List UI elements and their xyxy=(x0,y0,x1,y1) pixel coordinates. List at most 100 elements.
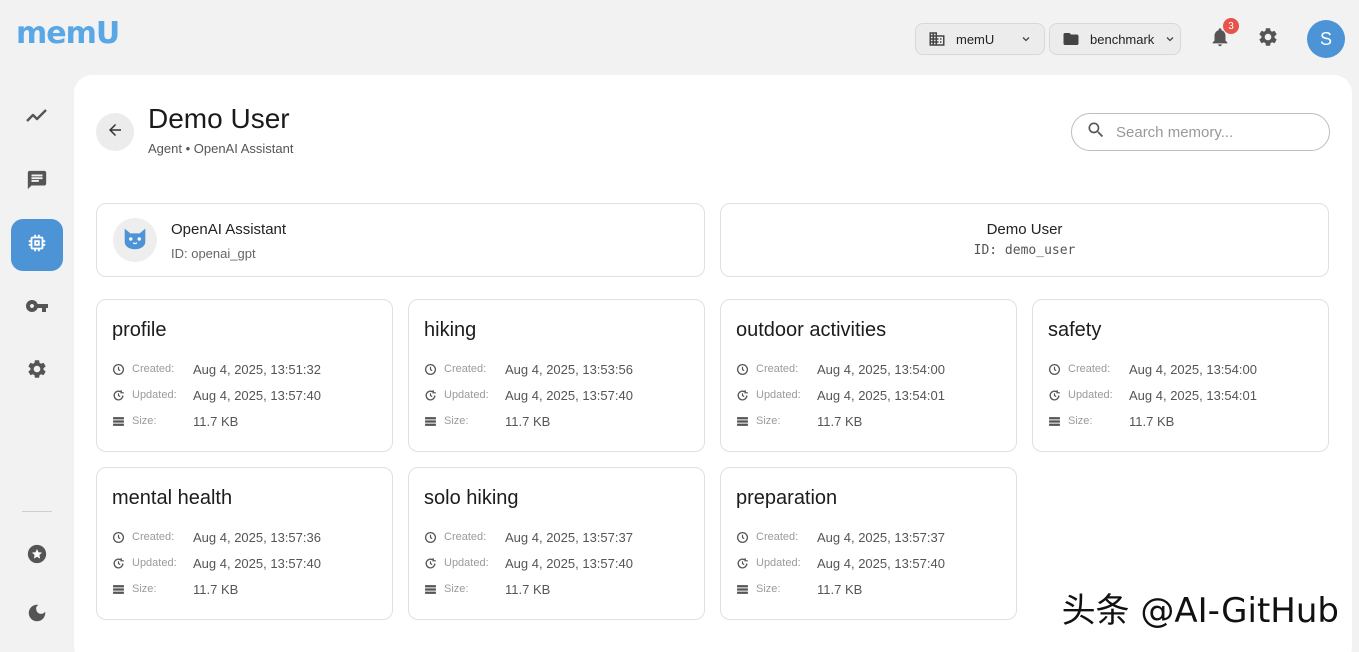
memory-card[interactable]: outdoor activities Created: Aug 4, 2025,… xyxy=(720,299,1017,452)
sidebar-item-theme[interactable] xyxy=(11,589,63,641)
sidebar-item-favorites[interactable] xyxy=(11,530,63,582)
created-value: Aug 4, 2025, 13:54:00 xyxy=(817,361,945,377)
updated-value: Aug 4, 2025, 13:57:40 xyxy=(193,555,321,571)
trend-icon xyxy=(25,104,49,133)
created-label: Created: xyxy=(756,531,799,543)
updated-value: Aug 4, 2025, 13:54:01 xyxy=(1129,387,1257,403)
memory-title: mental health xyxy=(112,487,233,509)
gear-icon xyxy=(1257,26,1279,53)
memory-card[interactable]: mental health Created: Aug 4, 2025, 13:5… xyxy=(96,467,393,620)
agent-name: OpenAI Assistant xyxy=(171,221,287,238)
refresh-clock-icon xyxy=(424,557,437,570)
chevron-down-icon xyxy=(1020,33,1032,45)
memory-size-row: Size: 11.7 KB xyxy=(112,413,238,429)
created-label: Created: xyxy=(132,363,175,375)
app-logo[interactable]: memU xyxy=(16,14,120,54)
size-value: 11.7 KB xyxy=(817,413,863,429)
clock-icon xyxy=(424,531,437,544)
updated-label: Updated: xyxy=(444,389,489,401)
memory-updated-row: Updated: Aug 4, 2025, 13:57:40 xyxy=(112,555,321,571)
updated-label: Updated: xyxy=(132,389,177,401)
memory-size-row: Size: 11.7 KB xyxy=(736,581,862,597)
memory-created-row: Created: Aug 4, 2025, 13:57:36 xyxy=(112,529,321,545)
memory-created-row: Created: Aug 4, 2025, 13:54:00 xyxy=(1048,361,1257,377)
folder-icon xyxy=(1062,30,1080,48)
memory-created-row: Created: Aug 4, 2025, 13:53:56 xyxy=(424,361,633,377)
topbar-controls: memU benchmark 3 S xyxy=(915,18,1345,58)
created-value: Aug 4, 2025, 13:54:00 xyxy=(1129,361,1257,377)
storage-icon xyxy=(1048,415,1061,428)
sidebar-item-analytics[interactable] xyxy=(11,92,63,144)
memory-size-row: Size: 11.7 KB xyxy=(424,581,550,597)
memory-card[interactable]: hiking Created: Aug 4, 2025, 13:53:56 Up… xyxy=(408,299,705,452)
size-value: 11.7 KB xyxy=(1129,413,1175,429)
memory-title: profile xyxy=(112,319,167,341)
size-value: 11.7 KB xyxy=(193,413,239,429)
refresh-clock-icon xyxy=(112,389,125,402)
updated-label: Updated: xyxy=(132,557,177,569)
memory-created-row: Created: Aug 4, 2025, 13:57:37 xyxy=(424,529,633,545)
size-value: 11.7 KB xyxy=(193,581,239,597)
sidebar-item-chat[interactable] xyxy=(11,156,63,208)
org-selector[interactable]: memU xyxy=(915,23,1045,55)
clock-icon xyxy=(1048,363,1061,376)
notifications-button[interactable]: 3 xyxy=(1207,18,1239,52)
created-label: Created: xyxy=(444,531,487,543)
user-name: Demo User xyxy=(986,221,1063,238)
created-label: Created: xyxy=(1068,363,1111,375)
memory-card[interactable]: safety Created: Aug 4, 2025, 13:54:00 Up… xyxy=(1032,299,1329,452)
size-label: Size: xyxy=(444,583,469,595)
created-value: Aug 4, 2025, 13:51:32 xyxy=(193,361,321,377)
size-label: Size: xyxy=(756,415,781,427)
user-avatar[interactable]: S xyxy=(1307,20,1345,58)
created-label: Created: xyxy=(132,531,175,543)
memory-created-row: Created: Aug 4, 2025, 13:57:37 xyxy=(736,529,945,545)
memory-updated-row: Updated: Aug 4, 2025, 13:57:40 xyxy=(424,387,633,403)
key-icon xyxy=(25,294,49,323)
size-value: 11.7 KB xyxy=(817,581,863,597)
memory-updated-row: Updated: Aug 4, 2025, 13:57:40 xyxy=(736,555,945,571)
memory-card[interactable]: profile Created: Aug 4, 2025, 13:51:32 U… xyxy=(96,299,393,452)
storage-icon xyxy=(112,583,125,596)
clock-icon xyxy=(112,531,125,544)
created-value: Aug 4, 2025, 13:57:37 xyxy=(505,529,633,545)
memory-created-row: Created: Aug 4, 2025, 13:51:32 xyxy=(112,361,321,377)
clock-icon xyxy=(112,363,125,376)
created-label: Created: xyxy=(444,363,487,375)
project-selector[interactable]: benchmark xyxy=(1049,23,1181,55)
sidebar-item-api-keys[interactable] xyxy=(11,282,63,334)
memory-card[interactable]: solo hiking Created: Aug 4, 2025, 13:57:… xyxy=(408,467,705,620)
search-input[interactable] xyxy=(1116,123,1315,141)
watermark: 头条 @AI-GitHub xyxy=(1061,591,1339,631)
star-icon xyxy=(26,543,48,570)
memory-created-row: Created: Aug 4, 2025, 13:54:00 xyxy=(736,361,945,377)
created-value: Aug 4, 2025, 13:57:36 xyxy=(193,529,321,545)
memory-size-row: Size: 11.7 KB xyxy=(1048,413,1174,429)
refresh-clock-icon xyxy=(736,557,749,570)
settings-button[interactable] xyxy=(1255,26,1281,52)
agent-avatar xyxy=(113,218,157,262)
size-label: Size: xyxy=(1068,415,1093,427)
size-value: 11.7 KB xyxy=(505,581,551,597)
back-button[interactable] xyxy=(96,113,134,151)
sidebar-item-memory[interactable] xyxy=(11,219,63,271)
memory-title: safety xyxy=(1048,319,1102,341)
memory-updated-row: Updated: Aug 4, 2025, 13:57:40 xyxy=(424,555,633,571)
moon-icon xyxy=(26,602,48,629)
memory-card[interactable]: preparation Created: Aug 4, 2025, 13:57:… xyxy=(720,467,1017,620)
memory-title: hiking xyxy=(424,319,477,341)
memory-size-row: Size: 11.7 KB xyxy=(424,413,550,429)
refresh-clock-icon xyxy=(112,557,125,570)
updated-label: Updated: xyxy=(444,557,489,569)
page-subtitle: Agent • OpenAI Assistant xyxy=(148,141,294,156)
building-icon xyxy=(928,30,946,48)
search-box[interactable] xyxy=(1071,113,1330,151)
user-id: ID: demo_user xyxy=(973,243,1076,258)
updated-value: Aug 4, 2025, 13:57:40 xyxy=(817,555,945,571)
created-label: Created: xyxy=(756,363,799,375)
sidebar-divider xyxy=(22,511,52,512)
memory-size-row: Size: 11.7 KB xyxy=(736,413,862,429)
agent-id: ID: openai_gpt xyxy=(171,246,256,261)
sidebar-item-settings[interactable] xyxy=(11,345,63,397)
memory-title: outdoor activities xyxy=(736,319,887,341)
